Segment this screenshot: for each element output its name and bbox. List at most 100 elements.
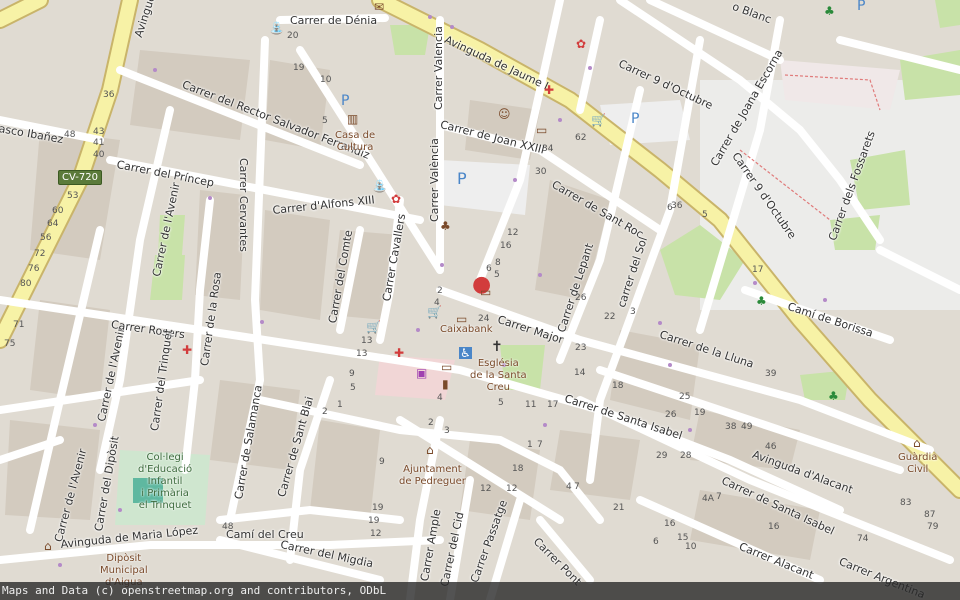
house-number: 16 xyxy=(664,519,676,529)
house-number: 64 xyxy=(47,219,59,229)
poi-label-casa-de-cultura[interactable]: Casa de Cultura xyxy=(335,130,375,154)
house-number: 16 xyxy=(500,241,512,251)
poi-label-guardia-civil[interactable]: Guàrdia Civil xyxy=(898,452,937,476)
house-number: 34 xyxy=(542,144,554,154)
bank-icon[interactable]: ▭ xyxy=(480,286,491,298)
house-number: 17 xyxy=(547,400,559,410)
house-number: 4 xyxy=(566,482,572,492)
house-number: 49 xyxy=(741,422,753,432)
house-number: 71 xyxy=(13,320,25,330)
church-icon[interactable]: ✝ xyxy=(491,340,503,354)
house-number: 5 xyxy=(702,210,708,220)
house-number: 19 xyxy=(293,63,305,73)
house-number: 8 xyxy=(495,258,501,268)
map-attribution[interactable]: Maps and Data (c) openstreetmap.org and … xyxy=(0,582,960,600)
house-number: 87 xyxy=(924,510,936,520)
house-number: 41 xyxy=(93,138,105,148)
house-number: 76 xyxy=(28,264,40,274)
fountain-icon[interactable]: ⛲ xyxy=(269,22,284,34)
community-icon[interactable]: ♣ xyxy=(440,220,451,232)
house-number: 6 xyxy=(486,264,492,274)
house-number: 13 xyxy=(361,336,373,346)
parking-icon[interactable]: P xyxy=(457,171,467,187)
post-office-icon[interactable]: ✉ xyxy=(374,1,384,13)
parking-icon[interactable]: P xyxy=(631,112,639,126)
house-number: 9 xyxy=(379,457,385,467)
house-number: 5 xyxy=(498,398,504,408)
house-number: 4A xyxy=(702,494,714,504)
house-number: 74 xyxy=(857,534,869,544)
house-number: 22 xyxy=(604,312,616,322)
veterinary-icon[interactable]: ✿ xyxy=(391,193,401,205)
poi-label-collegi[interactable]: Col·legi d'Educació Infantil i Primària … xyxy=(138,452,192,512)
house-number: 5 xyxy=(350,383,356,393)
house-number: 48 xyxy=(64,130,76,140)
house-number: 60 xyxy=(52,206,64,216)
poi-label-esglesia[interactable]: Església de la Santa Creu xyxy=(470,358,527,394)
toilets-icon[interactable]: ♿ xyxy=(459,347,472,359)
house-number: 3 xyxy=(444,426,450,436)
house-number: 39 xyxy=(765,369,777,379)
house-number: 24 xyxy=(478,314,490,324)
town-hall-icon[interactable]: ⌂ xyxy=(426,444,434,456)
police-icon[interactable]: ⌂ xyxy=(913,437,921,449)
house-number: 83 xyxy=(900,498,912,508)
house-number: 29 xyxy=(656,451,668,461)
house-number: 12 xyxy=(506,484,518,494)
playground-icon[interactable]: ♣ xyxy=(756,295,767,307)
market-icon[interactable]: ▣ xyxy=(416,367,427,379)
house-number: 7 xyxy=(716,492,722,502)
house-number: 23 xyxy=(575,343,587,353)
house-number: 10 xyxy=(685,542,697,552)
house-number: 72 xyxy=(34,249,46,259)
pharmacy-icon[interactable]: ✚ xyxy=(394,347,404,359)
shop-icon[interactable]: 🛒 xyxy=(366,321,381,333)
house-number: 43 xyxy=(93,127,105,137)
house-number: 10 xyxy=(320,75,332,85)
house-number: 25 xyxy=(679,392,691,402)
house-number: 16 xyxy=(768,522,780,532)
house-number: 19 xyxy=(368,516,380,526)
bank-icon[interactable]: ▭ xyxy=(456,313,467,325)
veterinary-icon[interactable]: ✿ xyxy=(576,38,586,50)
playground-icon[interactable]: ♣ xyxy=(824,5,835,17)
parking-icon[interactable]: P xyxy=(341,94,349,108)
house-number: 7 xyxy=(574,482,580,492)
house-number: 46 xyxy=(765,442,777,452)
house-number: 75 xyxy=(4,339,16,349)
house-number: 7 xyxy=(537,440,543,450)
street-label: Carrer Valencia xyxy=(432,26,445,110)
house-number: 79 xyxy=(927,522,939,532)
house-number: 18 xyxy=(612,381,624,391)
road-ref-badge: CV-720 xyxy=(58,170,102,185)
poi-label-ajuntament[interactable]: Ajuntament de Pedreguer xyxy=(399,464,466,488)
house-number: 4 xyxy=(434,298,440,308)
monument-icon[interactable]: ⌂ xyxy=(44,540,52,552)
house-number: 5 xyxy=(322,116,328,126)
house-number: 2 xyxy=(437,286,443,296)
pharmacy-icon[interactable]: ✚ xyxy=(182,344,192,356)
shop-icon[interactable]: 🛒 xyxy=(591,114,606,126)
house-number: 48 xyxy=(222,522,234,532)
bank-icon[interactable]: ▭ xyxy=(536,124,547,136)
house-number: 28 xyxy=(680,451,692,461)
house-number: 13 xyxy=(356,349,368,359)
library-icon[interactable]: ▥ xyxy=(347,113,358,125)
fountain-icon[interactable]: ⛲ xyxy=(372,180,387,192)
house-number: 21 xyxy=(613,503,625,513)
house-number: 9 xyxy=(349,369,355,379)
house-number: 12 xyxy=(507,228,519,238)
fast-food-icon[interactable]: ▮ xyxy=(442,378,449,390)
parking-icon[interactable]: P xyxy=(857,0,865,13)
bank-icon[interactable]: ▭ xyxy=(441,361,452,373)
house-number: 18 xyxy=(512,464,524,474)
house-number: 11 xyxy=(525,400,537,410)
theatre-icon[interactable]: ☺ xyxy=(498,108,511,120)
house-number: 2 xyxy=(428,418,434,428)
playground-icon[interactable]: ♣ xyxy=(828,390,839,402)
house-number: 4 xyxy=(437,393,443,403)
map-view[interactable]: CV-720 Carrer de Dénia Avinguda de Jaume… xyxy=(0,0,960,600)
house-number: 80 xyxy=(20,279,32,289)
pharmacy-icon[interactable]: ✚ xyxy=(544,84,554,96)
house-number: 19 xyxy=(372,503,384,513)
